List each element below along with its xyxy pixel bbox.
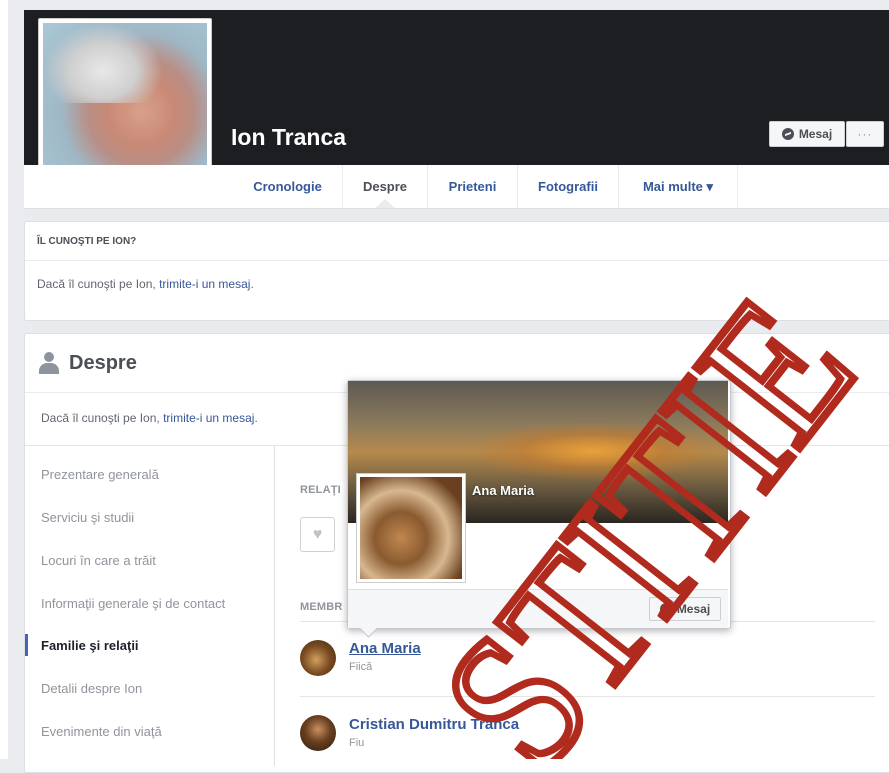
member-avatar-cristian[interactable] [300, 715, 336, 751]
message-button[interactable]: Mesaj [769, 121, 845, 147]
tab-friends[interactable]: Prieteni [428, 165, 518, 208]
know-ion-text-prefix: Dacă îl cunoşti pe Ion, [37, 277, 160, 291]
send-message-link[interactable]: trimite-i un mesaj [159, 277, 250, 291]
about-intro-prefix: Dacă îl cunoşti pe Ion, [41, 411, 164, 425]
about-intro-suffix: . [254, 411, 258, 425]
message-button-label: Mesaj [798, 127, 833, 141]
tab-photos[interactable]: Fotografii [518, 165, 619, 208]
about-title: Despre [69, 351, 137, 374]
heart-icon: ♥ [312, 525, 323, 543]
member-name-ana-maria[interactable]: Ana Maria [349, 640, 421, 657]
hover-card-message-label: Mesaj [676, 602, 711, 616]
profile-photo-image [43, 23, 207, 185]
hover-card-footer: Mesaj [348, 589, 728, 628]
messenger-icon [781, 128, 794, 140]
sidebar-item-places-lived[interactable]: Locuri în care a trăit [41, 553, 156, 568]
tab-about-label: Despre [362, 179, 408, 194]
hover-card-name[interactable]: Ana Maria [472, 483, 534, 498]
member-avatar-ana-maria[interactable] [300, 640, 336, 676]
left-gutter [0, 0, 8, 759]
member-divider [300, 696, 875, 697]
profile-hover-card: Ana Maria Mesaj [347, 380, 731, 638]
know-ion-text-suffix: . [250, 277, 254, 291]
sidebar-divider [274, 446, 275, 766]
messenger-icon [659, 603, 672, 615]
sidebar-item-life-events[interactable]: Evenimente din viaţă [41, 724, 162, 739]
sidebar-item-work-education[interactable]: Serviciu şi studii [41, 510, 134, 525]
hover-card-picture[interactable] [356, 473, 466, 583]
about-intro-text: Dacă îl cunoşti pe Ion, trimite-i un mes… [41, 411, 258, 425]
know-ion-card: ÎL CUNOŞTI PE ION? Dacă îl cunoşti pe Io… [24, 221, 889, 321]
profile-tab-bar: Cronologie Despre Prieteni Fotografii Ma… [24, 165, 889, 209]
sidebar-item-contact-info[interactable]: Informaţii generale şi de contact [41, 596, 225, 611]
about-send-message-link[interactable]: trimite-i un mesaj [163, 411, 254, 425]
know-ion-heading: ÎL CUNOŞTI PE ION? [25, 222, 889, 261]
more-options-icon: ··· [857, 127, 873, 141]
more-options-button[interactable]: ··· [846, 121, 884, 147]
know-ion-text: Dacă îl cunoşti pe Ion, trimite-i un mes… [37, 277, 254, 291]
tab-timeline[interactable]: Cronologie [233, 165, 343, 208]
sidebar-item-details[interactable]: Detalii despre Ion [41, 681, 142, 696]
hover-card-message-button[interactable]: Mesaj [649, 597, 721, 621]
hover-card-photo [360, 477, 462, 579]
tab-more[interactable]: Mai multe ▾ [619, 165, 738, 208]
sidebar-active-indicator [25, 634, 28, 656]
sidebar-item-overview[interactable]: Prezentare generală [41, 467, 159, 482]
tab-timeline-label: Cronologie [253, 179, 322, 194]
active-tab-pointer [375, 199, 395, 208]
member-relation-ana-maria: Fiică [349, 661, 373, 673]
relationship-section-label: RELAŢI [300, 484, 341, 496]
sidebar-item-family[interactable]: Familie şi relaţii [41, 638, 139, 653]
person-icon [39, 352, 59, 374]
family-members-section-label: MEMBR [300, 601, 343, 613]
profile-name[interactable]: Ion Tranca [231, 124, 346, 151]
member-name-cristian[interactable]: Cristian Dumitru Tranca [349, 716, 519, 733]
member-relation-cristian: Fiu [349, 737, 365, 749]
tab-more-label: Mai multe ▾ [642, 178, 714, 194]
add-relationship-button[interactable]: ♥ [300, 517, 335, 552]
tab-friends-label: Prieteni [448, 179, 497, 194]
tab-photos-label: Fotografii [538, 179, 598, 194]
